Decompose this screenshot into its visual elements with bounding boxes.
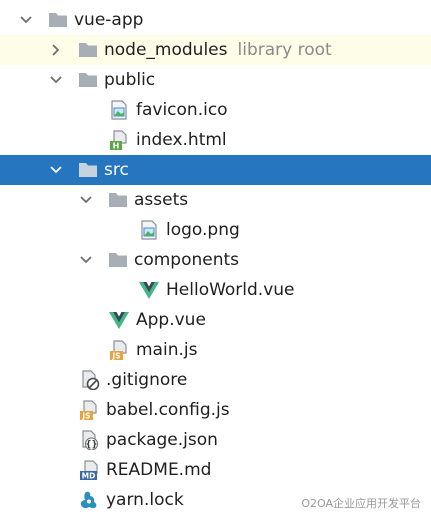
tree-item-label: vue-app — [74, 10, 144, 30]
badge-text: JS — [81, 412, 90, 421]
tree-item-app-vue[interactable]: App.vue — [0, 305, 431, 335]
chevron-down-icon[interactable] — [78, 245, 94, 275]
tree-item-label: main.js — [136, 340, 198, 360]
badge-text: H — [113, 142, 120, 151]
tree-item-label: .gitignore — [106, 370, 188, 390]
badge-text: {} — [85, 440, 97, 450]
tree-item-helloworld-vue[interactable]: HelloWorld.vue — [0, 275, 431, 305]
image-file-icon — [139, 220, 159, 240]
tree-item-label: node_modules — [104, 40, 228, 60]
vue-icon — [139, 280, 159, 300]
js-file-icon: JS — [79, 400, 99, 420]
folder-icon — [108, 250, 128, 270]
vue-icon — [109, 310, 129, 330]
ignore-file-icon — [79, 370, 100, 390]
chevron-down-icon[interactable] — [48, 155, 64, 185]
tree-item-package-json[interactable]: {} package.json — [0, 425, 431, 455]
tree-item-label: logo.png — [166, 220, 240, 240]
folder-icon — [78, 70, 98, 90]
chevron-down-icon[interactable] — [78, 185, 94, 215]
tree-item-components[interactable]: components — [0, 245, 431, 275]
badge-text: JS — [111, 352, 120, 361]
tree-item-label: public — [104, 70, 156, 90]
tree-item-assets[interactable]: assets — [0, 185, 431, 215]
tree-item-label: components — [134, 250, 240, 270]
tree-item-public[interactable]: public — [0, 65, 431, 95]
tree-item-label: package.json — [106, 430, 218, 450]
folder-icon — [78, 160, 98, 180]
tree-item-label: yarn.lock — [106, 490, 184, 510]
tree-item-gitignore[interactable]: .gitignore — [0, 365, 431, 395]
folder-icon — [108, 190, 128, 210]
yarn-icon — [79, 490, 99, 510]
folder-icon — [48, 10, 68, 30]
tree-item-label: README.md — [106, 460, 212, 480]
js-file-icon: JS — [109, 340, 129, 360]
html-file-icon: H — [109, 130, 129, 150]
badge-text: MD — [82, 472, 96, 481]
tree-item-babel-config[interactable]: JS babel.config.js — [0, 395, 431, 425]
chevron-down-icon[interactable] — [48, 65, 64, 95]
tree-item-label: index.html — [136, 130, 227, 150]
project-tree: vue-app node_modules library root public — [0, 5, 431, 515]
tree-item-main-js[interactable]: JS main.js — [0, 335, 431, 365]
tree-item-label: favicon.ico — [136, 100, 228, 120]
tree-item-index-html[interactable]: H index.html — [0, 125, 431, 155]
chevron-down-icon[interactable] — [18, 5, 34, 35]
tree-item-node-modules[interactable]: node_modules library root — [0, 35, 431, 65]
tree-item-label: src — [104, 160, 129, 180]
library-root-hint: library root — [237, 40, 332, 60]
tree-item-logo[interactable]: logo.png — [0, 215, 431, 245]
tree-item-label: App.vue — [136, 310, 206, 330]
tree-item-label: assets — [134, 190, 189, 210]
tree-item-label: babel.config.js — [106, 400, 230, 420]
watermark: O2OA企业应用开发平台 — [301, 497, 421, 510]
tree-item-readme[interactable]: MD README.md — [0, 455, 431, 485]
markdown-file-icon: MD — [79, 460, 99, 480]
image-file-icon — [109, 100, 129, 120]
chevron-right-icon[interactable] — [48, 35, 64, 65]
tree-item-label-group: node_modules library root — [104, 35, 332, 65]
tree-item-vue-app[interactable]: vue-app — [0, 5, 431, 35]
tree-item-label: HelloWorld.vue — [166, 280, 295, 300]
tree-item-src[interactable]: src — [0, 155, 431, 185]
json-file-icon: {} — [79, 430, 99, 450]
folder-icon — [78, 40, 98, 60]
tree-item-favicon[interactable]: favicon.ico — [0, 95, 431, 125]
